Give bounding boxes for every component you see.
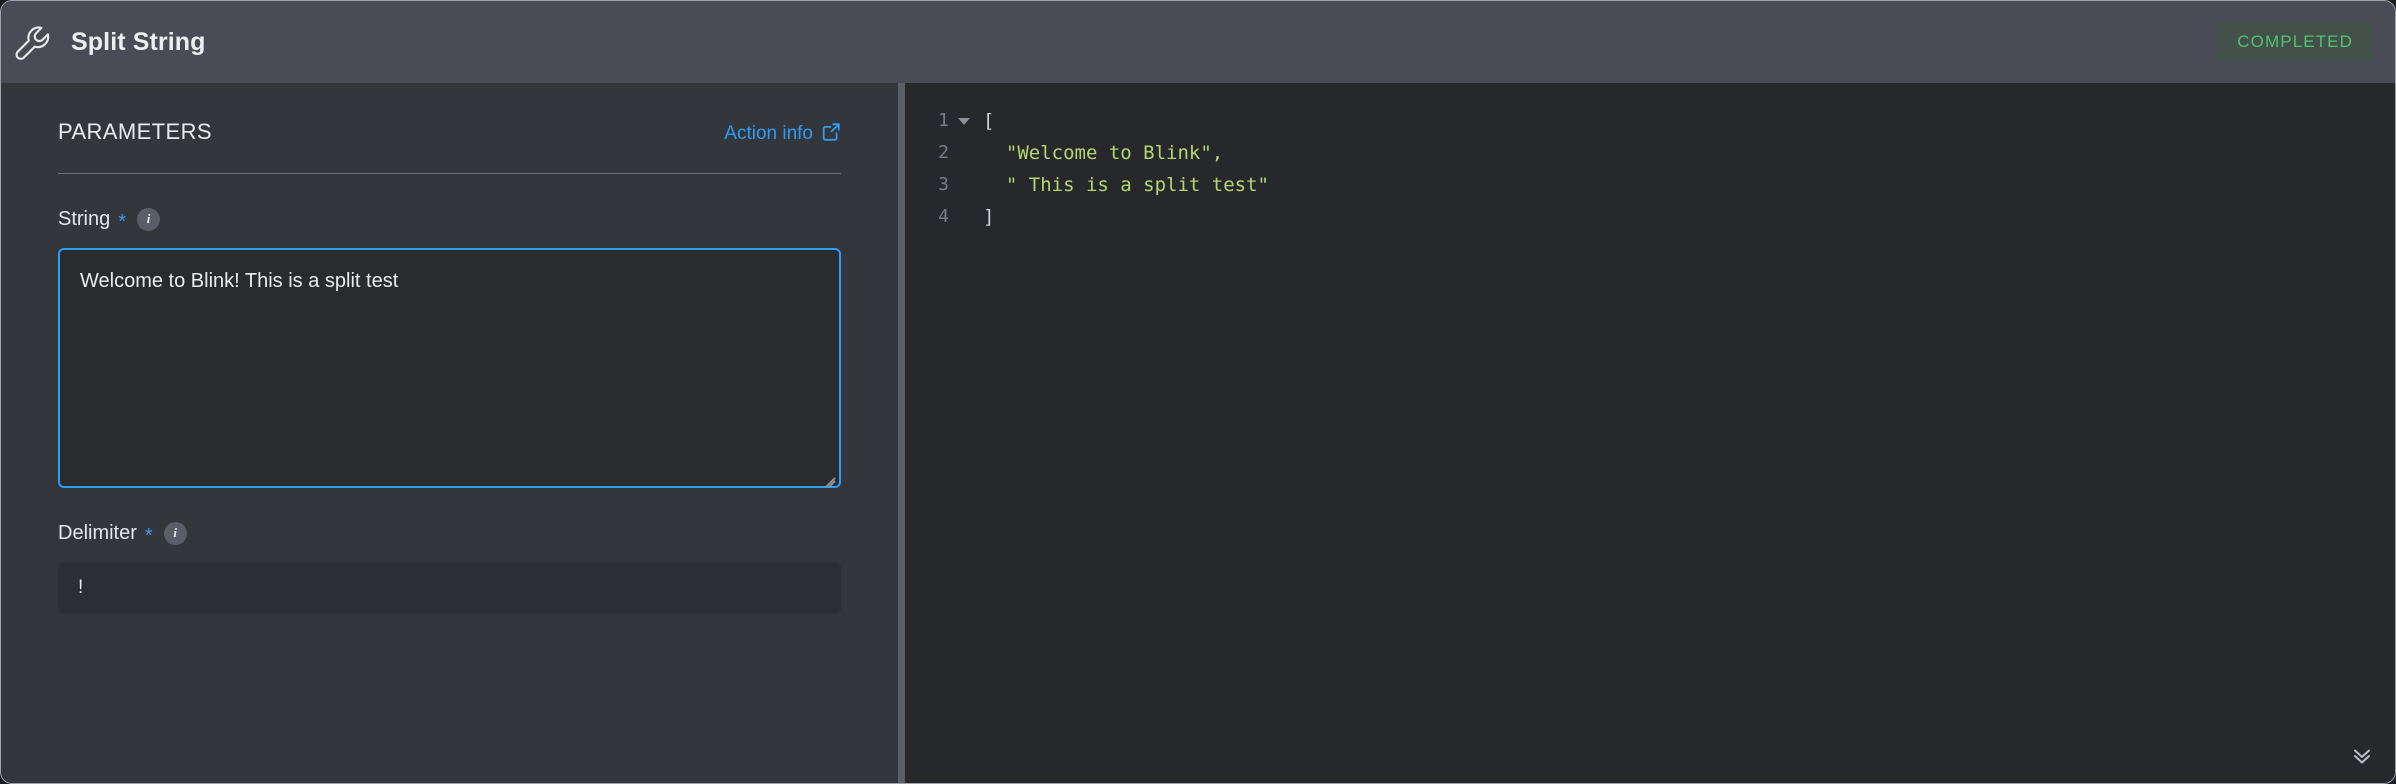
line-number: 3 <box>938 174 949 195</box>
code-token: "Welcome to Blink", <box>1005 142 1224 164</box>
panel-resize-divider[interactable] <box>898 83 905 783</box>
string-input[interactable] <box>58 247 841 488</box>
external-link-icon <box>822 122 841 147</box>
parameters-header: PARAMETERS Action info <box>58 83 841 147</box>
page-title: Split String <box>71 27 206 56</box>
parameters-title: PARAMETERS <box>58 119 212 144</box>
info-icon-string[interactable]: i <box>137 207 161 231</box>
window-header: Split String COMPLETED <box>1 1 2395 83</box>
code-fold-toggle-icon[interactable] <box>951 105 977 137</box>
code-text: "Welcome to Blink", <box>977 137 1223 169</box>
output-panel: 1[2 "Welcome to Blink", 3 " This is a spl… <box>905 83 2395 783</box>
code-token: " This is a split test" <box>1005 174 1269 196</box>
line-number: 4 <box>938 206 949 227</box>
line-number: 1 <box>938 110 949 131</box>
string-textarea-wrap <box>58 247 841 488</box>
code-line: 2 "Welcome to Blink", <box>905 137 2395 169</box>
required-asterisk-delimiter: * <box>144 525 153 547</box>
field-string-label: String <box>58 207 111 230</box>
code-text: ] <box>977 201 994 233</box>
code-token: [ <box>983 110 995 132</box>
code-text: " This is a split test" <box>977 169 1269 201</box>
wrench-icon <box>11 19 57 65</box>
json-output-viewer[interactable]: 1[2 "Welcome to Blink", 3 " This is a spl… <box>905 83 2395 233</box>
code-line: 3 " This is a split test" <box>905 169 2395 201</box>
action-info-link[interactable]: Action info <box>724 122 841 147</box>
action-info-label: Action info <box>724 123 813 144</box>
code-line: 4] <box>905 201 2395 233</box>
info-icon-delimiter[interactable]: i <box>163 521 187 545</box>
field-delimiter-label: Delimiter <box>58 521 137 544</box>
required-asterisk-string: * <box>118 211 127 233</box>
double-chevron-down-icon[interactable] <box>2347 739 2377 769</box>
parameters-divider <box>58 172 841 174</box>
body-split: PARAMETERS Action info String * i Welcom… <box>1 83 2395 783</box>
field-string-label-row: String * i <box>58 207 841 233</box>
code-line: 1[ <box>905 105 2395 137</box>
field-delimiter: Delimiter * i <box>58 521 841 614</box>
parameters-panel: PARAMETERS Action info String * i Welcom… <box>1 83 898 783</box>
code-text: [ <box>977 105 994 137</box>
code-token: ] <box>983 206 995 228</box>
delimiter-input[interactable] <box>58 561 841 614</box>
line-number: 2 <box>938 142 949 163</box>
status-badge: COMPLETED <box>2217 22 2373 62</box>
field-string: String * i <box>58 207 841 488</box>
field-delimiter-label-row: Delimiter * i <box>58 521 841 547</box>
action-run-window: Split String COMPLETED PARAMETERS Action… <box>0 0 2396 784</box>
